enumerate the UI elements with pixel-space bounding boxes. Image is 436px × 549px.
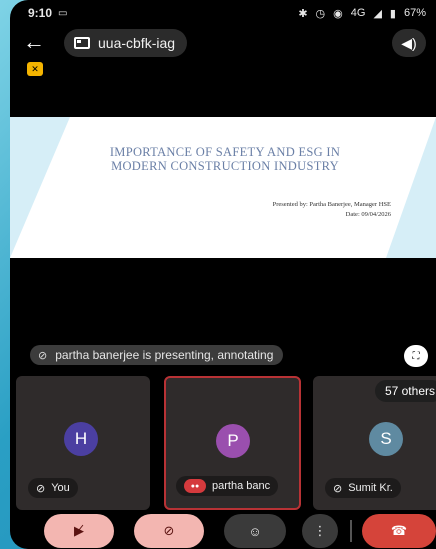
participant-tile-you[interactable]: H ⊘ You: [16, 376, 150, 510]
others-count-badge[interactable]: 57 others: [374, 380, 436, 402]
camera-off-indicator-icon: ✕: [27, 62, 43, 76]
more-vert-icon: ⋮: [313, 523, 327, 538]
phone-screen: 9:10 ▭ ✱ ◷ ◉ 4G ◢ ▮ 67% ← uua-cbfk-iag ◀…: [10, 0, 436, 549]
meeting-code: uua-cbfk-iag: [98, 35, 176, 51]
screen-record-icon: ▭: [58, 7, 68, 19]
mic-toggle-button[interactable]: ⊘: [134, 514, 204, 548]
participant-name: You: [51, 482, 70, 494]
bluetooth-icon: ✱: [298, 7, 308, 20]
mic-off-icon: ⊘: [333, 482, 343, 495]
cast-icon: [74, 37, 90, 49]
status-icons: ✱ ◷ ◉ 4G ◢ ▮ 67%: [298, 7, 426, 20]
slide-title-line-2: MODERN CONSTRUCTION INDUSTRY: [111, 159, 339, 173]
phone-hangup-icon: ☎: [390, 523, 408, 538]
slide-presenter-info: Presented by: Partha Banerjee, Manager H…: [273, 200, 391, 220]
presenting-banner: ⊘ partha banerjee is presenting, annotat…: [30, 345, 284, 365]
participant-tiles: H ⊘ You P ●● partha banc 57 others S ⊘ S…: [10, 376, 436, 510]
participant-name-pill: ⊘ Sumit Kr.: [325, 478, 401, 498]
signal-icon: ◢: [373, 7, 382, 20]
mic-off-icon: ⊘: [36, 482, 46, 495]
avatar: H: [64, 422, 98, 456]
slide-presented-by: Presented by: Partha Banerjee, Manager H…: [272, 201, 391, 208]
battery-percent: 67%: [403, 7, 426, 19]
end-call-button[interactable]: ☎: [362, 514, 436, 548]
slide-decoration-right: [386, 117, 436, 258]
slide-title-line-1: IMPORTANCE OF SAFETY AND ESG IN: [109, 145, 341, 159]
alarm-icon: ◷: [315, 7, 326, 20]
avatar: P: [216, 424, 250, 458]
shared-presentation: IMPORTANCE OF SAFETY AND ESG IN MODERN C…: [10, 117, 436, 258]
meeting-top-bar: ← uua-cbfk-iag ◀): [10, 28, 436, 58]
hotspot-icon: ◉: [333, 7, 343, 20]
back-arrow-icon[interactable]: ←: [20, 29, 48, 57]
status-bar: 9:10 ▭ ✱ ◷ ◉ 4G ◢ ▮ 67%: [10, 0, 436, 26]
participant-tile-active-speaker[interactable]: P ●● partha banc: [164, 376, 301, 510]
status-time: 9:10: [28, 6, 53, 20]
speaker-icon[interactable]: ◀): [392, 29, 426, 57]
participant-name: Sumit Kr.: [348, 482, 393, 494]
network-type-label: 4G: [350, 7, 366, 19]
mic-off-icon: ⊘: [163, 523, 175, 538]
call-controls: ▶̸ ⊘ ☺ ⋮ ☎: [10, 514, 436, 549]
participant-name-pill: ⊘ You: [28, 478, 78, 498]
presenting-banner-text: partha banerjee is presenting, annotatin…: [55, 348, 274, 362]
avatar: S: [369, 422, 403, 456]
emoji-icon: ☺: [248, 523, 262, 539]
participant-name-pill: ●● partha banc: [176, 476, 279, 496]
more-options-button[interactable]: ⋮: [302, 514, 338, 548]
camera-off-icon: ▶̸: [74, 523, 84, 538]
participant-tile-others[interactable]: 57 others S ⊘ Sumit Kr.: [313, 376, 436, 510]
slide-decoration-left: [10, 117, 70, 258]
slide-date: Date: 09/04/2026: [345, 211, 391, 218]
controls-divider: [350, 520, 352, 542]
participant-name: partha banc: [212, 480, 271, 492]
meeting-code-chip[interactable]: uua-cbfk-iag: [64, 29, 188, 57]
reactions-button[interactable]: ☺: [224, 514, 286, 548]
camera-toggle-button[interactable]: ▶̸: [44, 514, 114, 548]
mic-off-icon: ⊘: [38, 349, 48, 362]
speaking-indicator-icon: ●●: [184, 479, 206, 493]
slide-title: IMPORTANCE OF SAFETY AND ESG IN MODERN C…: [40, 145, 410, 173]
fullscreen-icon[interactable]: ⛶: [404, 345, 428, 367]
battery-icon: ▮: [389, 7, 396, 20]
